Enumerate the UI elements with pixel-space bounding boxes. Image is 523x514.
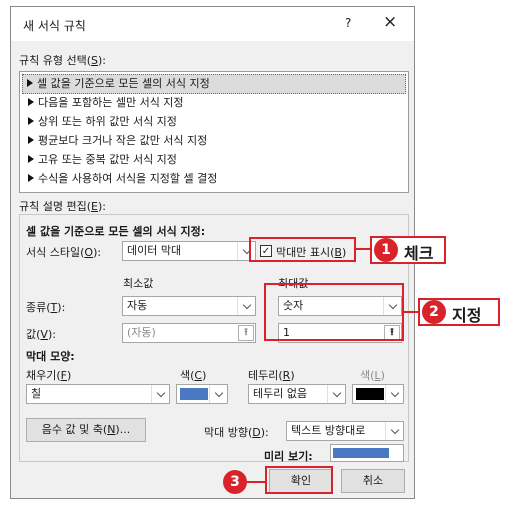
triangle-icon (27, 79, 33, 87)
preview-bar (333, 448, 389, 458)
title-bar: 새 서식 규칙 ? × (11, 7, 414, 41)
triangle-icon (28, 136, 34, 144)
border-color-label: 색(L) (360, 369, 385, 382)
bar-color-label: 색(C) (180, 369, 207, 382)
border-label: 테두리(R) (248, 369, 295, 382)
rule-edit-label: 규칙 설명 편집(E): (19, 200, 106, 213)
fill-label: 채우기(F) (26, 369, 72, 382)
min-type-select[interactable]: 자동 (122, 296, 256, 316)
triangle-icon (28, 117, 34, 125)
triangle-icon (28, 155, 34, 163)
bar-appearance-heading: 막대 모양: (26, 350, 75, 363)
callout-connector (247, 481, 265, 483)
callout-text: 지정 (452, 306, 482, 325)
rule-type-item[interactable]: 다음을 포함하는 셀만 서식 지정 (24, 94, 184, 112)
negative-value-axis-button[interactable]: 음수 값 및 축(N)... (26, 418, 146, 442)
format-style-select[interactable]: 데이터 막대 (122, 241, 256, 261)
callout-1: 1 체크 (370, 236, 446, 264)
callout-text: 체크 (404, 244, 434, 263)
chevron-down-icon[interactable] (327, 385, 345, 403)
callout-connector (404, 311, 418, 313)
rule-type-label: 규칙 유형 선택(S): (19, 54, 106, 67)
callout-connector (356, 248, 370, 250)
bar-color-swatch (180, 388, 208, 400)
rule-edit-heading: 셀 값을 기준으로 모든 셀의 서식 지정: (26, 225, 206, 238)
range-select-icon[interactable]: ⭱ (238, 325, 254, 341)
highlight-bar-only (249, 237, 356, 262)
callout-3-number: 3 (223, 470, 247, 494)
value-label: 값(V): (26, 328, 56, 341)
highlight-ok-button (265, 466, 333, 494)
chevron-down-icon[interactable] (385, 385, 403, 403)
triangle-icon (28, 98, 34, 106)
chevron-down-icon[interactable] (209, 385, 227, 403)
highlight-max-fields (264, 283, 404, 341)
preview-box (330, 444, 404, 462)
rule-type-item[interactable]: 셀 값을 기준으로 모든 셀의 서식 지정 (22, 74, 406, 94)
rule-type-item[interactable]: 수식을 사용하여 서식을 지정할 셀 결정 (24, 170, 217, 188)
callout-2: 2 지정 (418, 298, 500, 326)
help-button[interactable]: ? (345, 16, 351, 30)
chevron-down-icon[interactable] (237, 297, 255, 315)
dialog-title: 새 서식 규칙 (23, 19, 86, 33)
min-header: 최소값 (123, 277, 154, 290)
callout-number: 1 (374, 238, 398, 262)
rule-type-item[interactable]: 고유 또는 중복 값만 서식 지정 (24, 151, 177, 169)
close-icon[interactable]: × (383, 12, 397, 32)
min-value-input[interactable]: (자동) ⭱ (122, 323, 256, 343)
triangle-icon (28, 174, 34, 182)
callout-number: 2 (422, 300, 446, 324)
bar-color-picker[interactable] (176, 384, 228, 404)
chevron-down-icon[interactable] (385, 422, 403, 440)
border-color-swatch (356, 388, 384, 400)
fill-select[interactable]: 칠 (26, 384, 170, 404)
chevron-down-icon[interactable] (151, 385, 169, 403)
preview-label: 미리 보기: (264, 450, 313, 463)
cancel-button[interactable]: 취소 (341, 469, 405, 493)
format-style-label: 서식 스타일(O): (26, 246, 102, 259)
rule-type-list: 셀 값을 기준으로 모든 셀의 서식 지정 다음을 포함하는 셀만 서식 지정 … (19, 71, 409, 193)
border-color-picker[interactable] (352, 384, 404, 404)
rule-type-item[interactable]: 상위 또는 하위 값만 서식 지정 (24, 113, 177, 131)
bar-direction-select[interactable]: 텍스트 방향대로 (286, 421, 404, 441)
rule-type-item[interactable]: 평균보다 크거나 작은 값만 서식 지정 (24, 132, 207, 150)
type-label: 종류(T): (26, 301, 66, 314)
bar-direction-label: 막대 방향(D): (204, 426, 269, 439)
border-select[interactable]: 테두리 없음 (248, 384, 346, 404)
